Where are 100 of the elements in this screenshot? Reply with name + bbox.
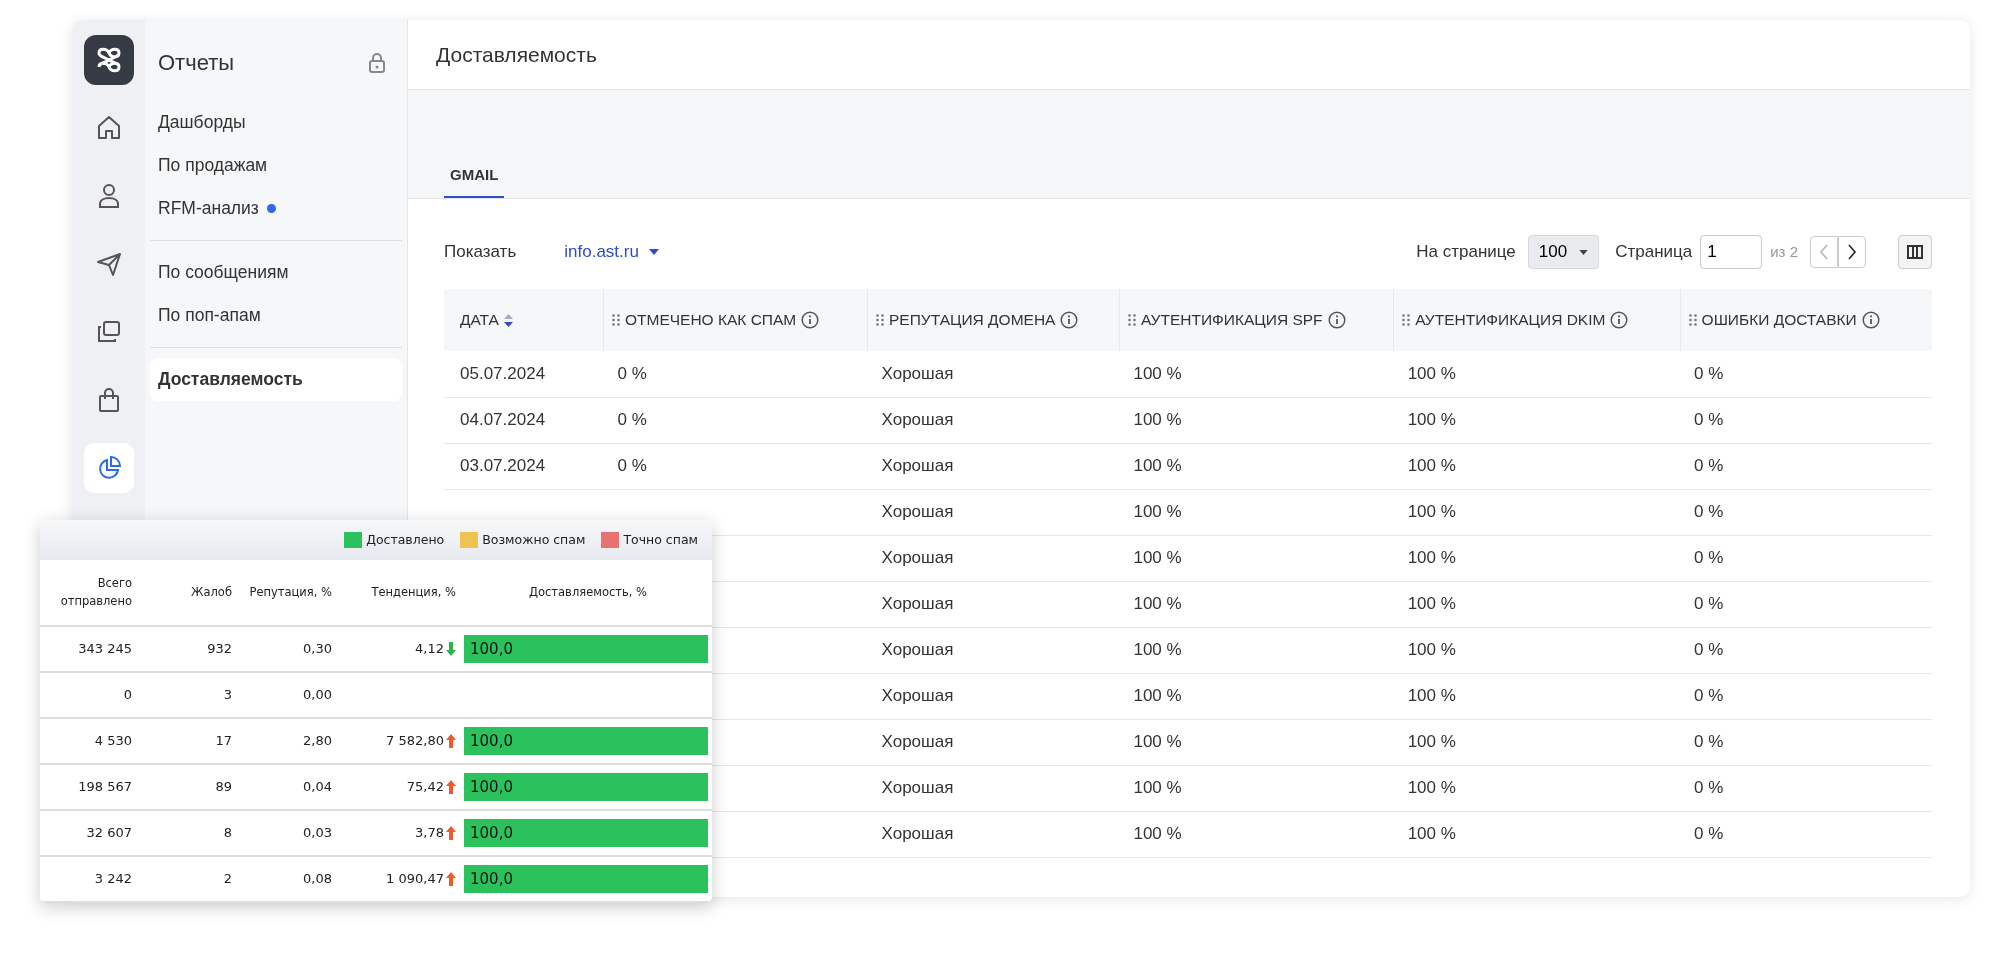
column-header[interactable]: АУТЕНТИФИКАЦИЯ SPF [1140,308,1323,332]
nav-item[interactable]: По поп-апам [150,294,402,337]
next-page-button[interactable] [1838,236,1866,268]
lock-icon[interactable] [368,52,386,73]
table-cell: 0 % [617,410,647,430]
info-icon[interactable] [1610,310,1629,329]
drag-handle-icon[interactable] [611,313,620,326]
delivery-bar: 100,0 [464,773,708,801]
trend-value: 3,78 [415,824,444,843]
table-cell: Хорошая [881,824,954,844]
column-header[interactable]: РЕПУТАЦИЯ ДОМЕНА [889,308,1056,332]
nav-item[interactable]: По продажам [150,144,402,187]
table-cell: 04.07.2024 [460,410,546,430]
table-cell: 100 % [1407,778,1456,798]
legend-label: Доставлено [366,530,445,549]
column-header: Жалоб [191,584,232,599]
info-icon[interactable] [801,310,820,329]
table-cell: 0 % [1694,410,1724,430]
table-cell: 100 % [1407,502,1456,522]
column-header: Всего отправлено [60,576,132,608]
table-cell: 100 % [1133,778,1182,798]
table-cell: Хорошая [881,732,954,752]
info-icon[interactable] [1327,310,1346,329]
table-cell: 2 [223,871,232,887]
drag-handle-icon[interactable] [1402,313,1411,326]
table-cell: 0 % [617,364,647,383]
table-cell: 100 % [1133,686,1182,706]
table-cell: 0,03 [303,825,332,841]
trend-value: 7 582,80 [386,732,444,751]
table-cell: 0,30 [303,641,332,657]
table-cell: 0,04 [303,779,332,795]
table-cell: 03.07.2024 [460,456,546,476]
table-cell: Хорошая [881,548,954,568]
column-header[interactable]: ОТМЕЧЕНО КАК СПАМ [624,308,797,332]
table-cell: 100 % [1407,410,1456,430]
table-cell: 05.07.2024 [460,364,546,383]
table-cell: 0,00 [303,687,332,703]
column-header[interactable]: АУТЕНТИФИКАЦИЯ DKIM [1415,308,1606,332]
table-cell: 100 % [1407,640,1456,660]
info-icon[interactable] [1861,310,1880,329]
table-cell: 0 % [1694,548,1724,568]
table-cell: 0,08 [303,871,332,887]
filter-label: Показать [444,241,517,264]
nav-item[interactable]: Доставляемость [150,358,402,401]
table-cell: 100 % [1407,824,1456,844]
nav-item[interactable]: RFM-анализ [150,187,402,230]
per-page-select[interactable]: 100 [1527,235,1600,269]
per-page-label: На странице [1416,241,1516,264]
legend-label: Точно спам [623,530,698,549]
table-cell: Хорошая [881,778,954,798]
nav-item[interactable]: Дашборды [150,101,402,144]
table-cell: 4 530 [94,733,132,749]
nav-title: Отчеты [158,49,235,77]
table-cell: 100 % [1407,548,1456,568]
table-cell: 100 % [1133,456,1182,476]
chevron-icon [1819,243,1829,261]
tab[interactable]: GMAIL [444,163,505,198]
column-header: Репутация, % [249,584,332,599]
table-cell: 100 % [1133,594,1182,614]
table-cell: Хорошая [881,456,954,476]
table-cell: 89 [215,779,232,795]
page-input[interactable]: 1 [1700,235,1763,269]
column-header: Доставляемость, % [529,584,647,599]
table-cell: Хорошая [881,594,954,614]
column-header-sortable[interactable]: ДАТА [460,308,499,332]
table-cell: 100 % [1133,732,1182,752]
drag-handle-icon[interactable] [1688,313,1697,326]
app-logo[interactable] [83,35,134,85]
table-cell: 0 % [1694,778,1724,798]
delivery-bar: 100,0 [464,635,708,663]
table-cell: 0 % [1694,594,1724,614]
table-cell: Хорошая [881,640,954,660]
chevron-icon [1847,243,1857,261]
table-cell: Хорошая [881,502,954,522]
table-cell: 0 [123,687,132,703]
sender-dropdown[interactable]: info.ast.ru [564,239,659,265]
table-cell: 2,80 [303,733,332,749]
trend-value: 75,42 [406,778,444,797]
nav-item[interactable]: По сообщениям [150,251,402,294]
sort-icon[interactable] [503,313,513,327]
table-cell: 100 % [1133,548,1182,568]
delivery-bar: 100,0 [464,727,708,755]
rail-button[interactable] [83,443,134,493]
table-cell: Хорошая [881,410,954,430]
column-header[interactable]: ОШИБКИ ДОСТАВКИ [1701,308,1857,332]
table-cell: 0 % [1694,502,1724,522]
table-cell: 32 607 [86,825,132,841]
info-icon[interactable] [1060,310,1079,329]
table-cell: 17 [215,733,232,749]
table-cell: 198 567 [78,779,132,795]
table-cell: 343 245 [78,641,132,657]
table-cell: 100 % [1133,364,1182,383]
drag-handle-icon[interactable] [1127,313,1136,326]
page-title: Доставляемость [436,41,597,68]
table-cell: 100 % [1133,824,1182,844]
delivery-bar: 100,0 [464,819,708,847]
columns-button[interactable] [1898,235,1932,269]
table-cell: 100 % [1133,410,1182,430]
table-cell: 0 % [1694,640,1724,660]
drag-handle-icon[interactable] [876,313,885,326]
